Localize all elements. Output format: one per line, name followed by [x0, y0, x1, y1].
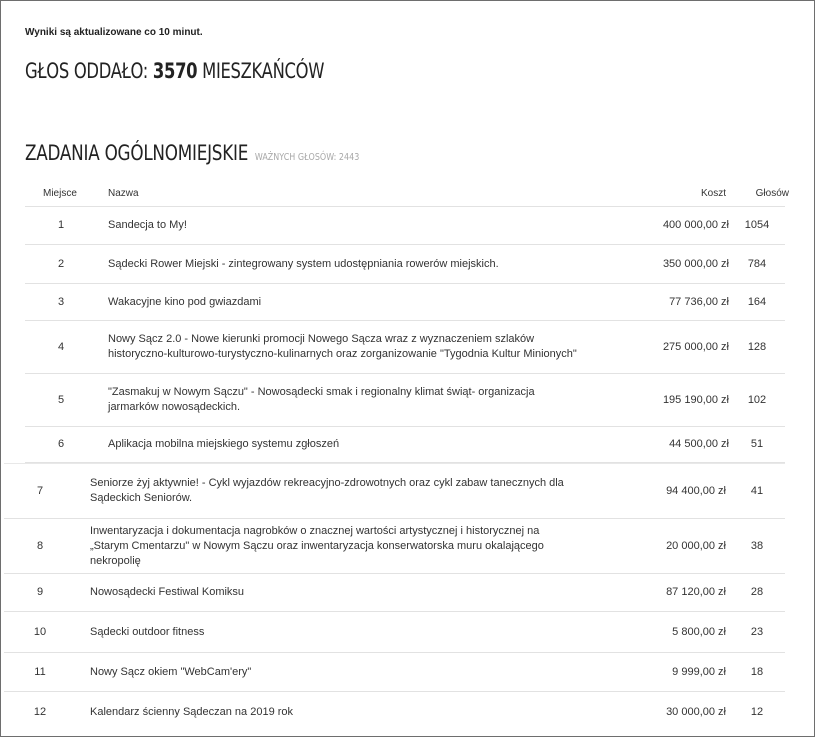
- row-votes: 28: [750, 586, 764, 598]
- table-row: 7 Seniorze żyj aktywnie! - Cykl wyjazdów…: [4, 464, 785, 519]
- results-page: Wyniki są aktualizowane co 10 minut. GŁO…: [0, 0, 815, 737]
- valid-votes-label: WAŻNYCH GŁOSÓW:: [254, 152, 337, 163]
- row-votes: 51: [750, 438, 764, 450]
- votes-count: 3570: [152, 59, 198, 83]
- row-place: 8: [36, 539, 44, 552]
- row-name: Nowosądecki Festiwal Komiksu: [90, 586, 245, 598]
- row-name: Nowy Sącz okiem "WebCam'ery": [90, 665, 252, 678]
- row-cost: 275 000,00 zł: [662, 340, 729, 353]
- row-place: 7: [36, 484, 44, 497]
- row-votes: 784: [747, 257, 767, 270]
- row-cost: 9 999,00 zł: [672, 665, 726, 678]
- row-cost: 350 000,00 zł: [662, 257, 729, 270]
- table-row: 2 Sądecki Rower Miejski - zintegrowany s…: [25, 245, 785, 284]
- header-cost: Koszt: [700, 188, 726, 199]
- row-place: 10: [33, 625, 47, 638]
- row-name: Aplikacja mobilna miejskiego systemu zgł…: [108, 438, 340, 450]
- row-votes: 38: [750, 539, 764, 552]
- row-cost: 195 190,00 zł: [662, 393, 729, 406]
- votes-heading-prefix: GŁOS ODDAŁO:: [25, 59, 149, 83]
- row-votes: 23: [750, 625, 764, 638]
- header-name: Nazwa: [108, 188, 139, 199]
- row-cost: 30 000,00 zł: [666, 705, 726, 718]
- table-header: Miejsce Nazwa Koszt Głosów: [25, 182, 789, 207]
- row-votes: 12: [750, 705, 764, 718]
- row-place: 9: [36, 586, 44, 598]
- row-place: 12: [33, 705, 47, 718]
- row-votes: 41: [750, 484, 764, 497]
- table-row: 1 Sandecja to My! 400 000,00 zł 1054: [25, 207, 785, 245]
- row-place: 4: [57, 340, 65, 353]
- table-row: 12 Kalendarz ścienny Sądeczan na 2019 ro…: [4, 692, 785, 732]
- section-title: ZADANIA OGÓLNOMIEJSKIE: [25, 141, 249, 165]
- header-place: Miejsce: [43, 188, 77, 199]
- header-votes: Głosów: [755, 188, 789, 199]
- row-name: Kalendarz ścienny Sądeczan na 2019 rok: [90, 705, 294, 718]
- row-name: Inwentaryzacja i dokumentacja nagrobków …: [90, 524, 544, 567]
- row-name: Seniorze żyj aktywnie! - Cykl wyjazdów r…: [90, 477, 564, 504]
- votes-heading: GŁOS ODDAŁO: 3570 MIESZKAŃCÓW: [25, 59, 324, 83]
- valid-votes: WAŻNYCH GŁOSÓW: 2443: [255, 152, 359, 163]
- row-name: Sądecki outdoor fitness: [90, 625, 205, 638]
- table-row: 3 Wakacyjne kino pod gwiazdami 77 736,00…: [25, 284, 785, 321]
- row-place: 1: [57, 219, 65, 231]
- section-header: ZADANIA OGÓLNOMIEJSKIE WAŻNYCH GŁOSÓW: 2…: [25, 141, 359, 165]
- table-row: 5 "Zasmakuj w Nowym Sączu" - Nowosądecki…: [25, 374, 785, 427]
- table-row: 6 Aplikacja mobilna miejskiego systemu z…: [25, 427, 785, 463]
- valid-votes-count: 2443: [338, 152, 360, 163]
- row-cost: 20 000,00 zł: [666, 539, 726, 552]
- row-votes: 1054: [744, 219, 770, 231]
- table-row: 11 Nowy Sącz okiem "WebCam'ery" 9 999,00…: [4, 653, 785, 692]
- votes-heading-suffix: MIESZKAŃCÓW: [202, 59, 325, 83]
- table-row: 10 Sądecki outdoor fitness 5 800,00 zł 2…: [4, 612, 785, 653]
- table-row: 9 Nowosądecki Festiwal Komiksu 87 120,00…: [4, 574, 785, 612]
- row-votes: 128: [747, 340, 767, 353]
- row-name: Nowy Sącz 2.0 - Nowe kierunki promocji N…: [108, 333, 577, 360]
- row-name: Sandecja to My!: [108, 219, 187, 231]
- row-cost: 44 500,00 zł: [669, 438, 729, 450]
- row-votes: 164: [747, 295, 767, 308]
- table-row: 8 Inwentaryzacja i dokumentacja nagrobkó…: [4, 519, 785, 574]
- row-cost: 77 736,00 zł: [669, 295, 729, 308]
- row-cost: 400 000,00 zł: [662, 219, 729, 231]
- row-name: Sądecki Rower Miejski - zintegrowany sys…: [108, 257, 499, 270]
- row-place: 3: [57, 295, 65, 308]
- row-votes: 18: [750, 665, 764, 678]
- row-cost: 87 120,00 zł: [666, 586, 726, 598]
- row-place: 11: [34, 665, 46, 678]
- row-place: 2: [57, 257, 65, 270]
- table-row: 4 Nowy Sącz 2.0 - Nowe kierunki promocji…: [25, 321, 785, 374]
- row-name: Wakacyjne kino pod gwiazdami: [108, 295, 262, 308]
- row-cost: 94 400,00 zł: [666, 484, 726, 497]
- row-place: 6: [57, 438, 65, 450]
- row-place: 5: [57, 393, 65, 406]
- row-cost: 5 800,00 zł: [672, 625, 726, 638]
- row-name: "Zasmakuj w Nowym Sączu" - Nowosądecki s…: [108, 386, 535, 413]
- row-votes: 102: [747, 393, 767, 406]
- update-note: Wyniki są aktualizowane co 10 minut.: [25, 27, 203, 38]
